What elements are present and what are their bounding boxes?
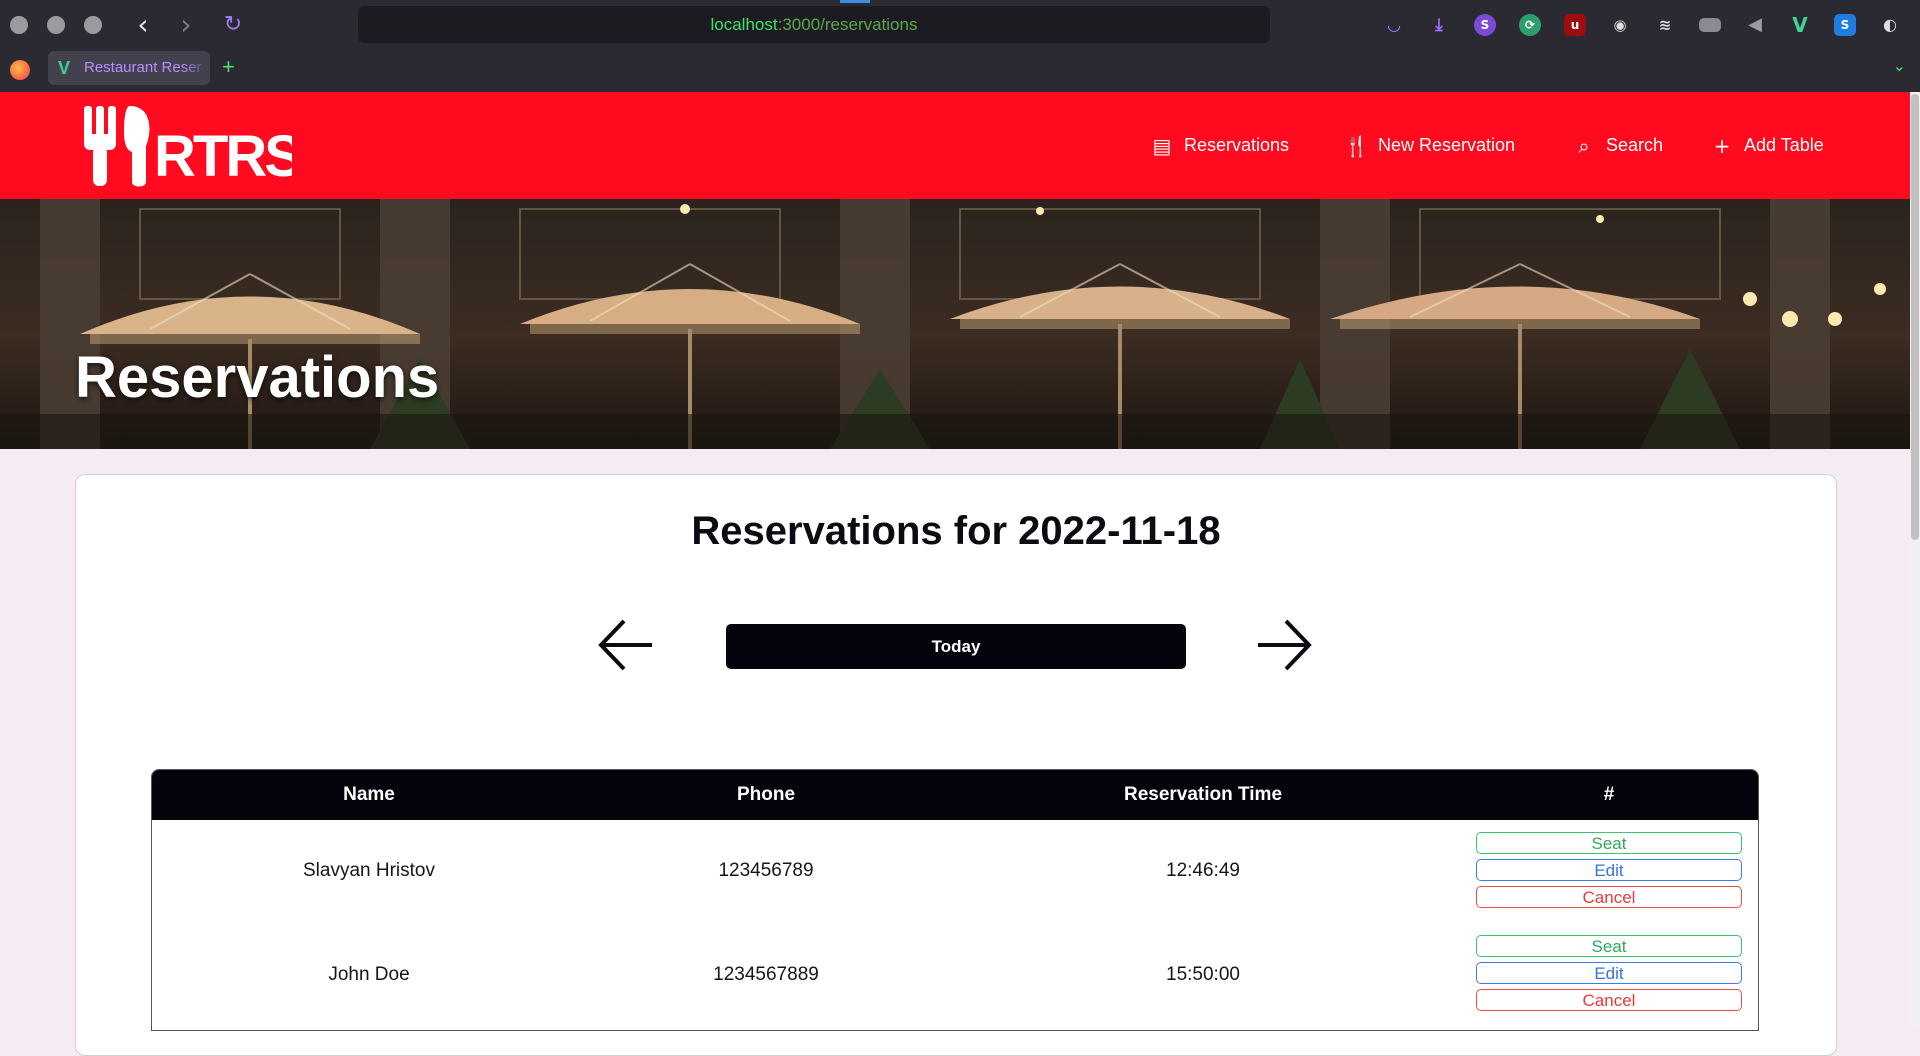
- ublock-icon[interactable]: u: [1564, 14, 1586, 36]
- chevron-down-icon[interactable]: ⌄: [1893, 56, 1906, 76]
- new-tab-button[interactable]: +: [222, 52, 235, 82]
- tab-strip: V Restaurant Reser + ⌄: [0, 50, 1920, 92]
- reservation-time: 12:46:49: [1166, 860, 1240, 881]
- url-bar[interactable]: localhost:3000/reservations: [358, 6, 1270, 43]
- next-day-arrow-icon[interactable]: [1254, 615, 1314, 675]
- reservation-time: 15:50:00: [1166, 964, 1240, 985]
- s-extension-icon[interactable]: S: [1474, 14, 1496, 36]
- screen-icon[interactable]: [1699, 18, 1721, 32]
- reload-icon[interactable]: ↻: [218, 10, 248, 40]
- window-minimize-icon[interactable]: [47, 16, 65, 34]
- reservations-card: Reservations for 2022-11-18 Today Name P…: [75, 474, 1837, 1056]
- list-icon: ▤: [1152, 133, 1172, 158]
- nav-reservations-label: Reservations: [1184, 135, 1290, 155]
- hero-banner: Reservations: [0, 199, 1910, 449]
- page-load-indicator: [840, 0, 870, 3]
- cancel-button[interactable]: Cancel: [1476, 886, 1742, 908]
- sync-icon[interactable]: ⟳: [1519, 14, 1541, 36]
- tab-restaurant[interactable]: V Restaurant Reser: [48, 51, 210, 85]
- reservation-name: Slavyan Hristov: [303, 860, 435, 881]
- column-header-name: Name: [343, 784, 395, 805]
- cancel-button[interactable]: Cancel: [1476, 989, 1742, 1011]
- today-button[interactable]: Today: [726, 624, 1186, 669]
- edit-button[interactable]: Edit: [1476, 962, 1742, 984]
- nav-add-table-label: Add Table: [1744, 135, 1824, 155]
- s-blue-icon[interactable]: S: [1834, 14, 1856, 36]
- scrollbar-thumb[interactable]: [1911, 94, 1919, 540]
- reservations-table: Name Phone Reservation Time # Slavyan Hr…: [151, 769, 1759, 1031]
- page-title: Reservations: [75, 345, 440, 410]
- fork-knife-icon: 🍴: [1344, 133, 1369, 158]
- table-header: Name Phone Reservation Time #: [152, 770, 1758, 820]
- reservation-phone: 1234567889: [713, 964, 819, 985]
- firefox-icon: [10, 60, 30, 80]
- back-icon[interactable]: ‹: [128, 10, 158, 40]
- site-header: RTRS ▤ Reservations 🍴 New Reservation ⌕ …: [0, 92, 1910, 199]
- vue-devtools-icon[interactable]: V: [1789, 14, 1811, 36]
- volume-icon[interactable]: ◀: [1744, 14, 1766, 36]
- nav-new-reservation-label: New Reservation: [1378, 135, 1516, 155]
- url-host: localhost: [710, 15, 778, 34]
- edit-button[interactable]: Edit: [1476, 859, 1742, 881]
- logo-text: RTRS: [154, 124, 292, 189]
- seat-button[interactable]: Seat: [1476, 832, 1742, 854]
- download-icon[interactable]: ⤓: [1428, 14, 1450, 36]
- sloth-icon[interactable]: ≋: [1654, 14, 1676, 36]
- pocket-icon[interactable]: ◡: [1383, 14, 1405, 36]
- fork-logo-icon: [84, 106, 150, 187]
- hero-background-image: [0, 199, 1910, 449]
- reservation-name: John Doe: [328, 964, 410, 985]
- nav-add-table[interactable]: + Add Table: [1710, 92, 1824, 199]
- logo[interactable]: RTRS: [82, 102, 292, 190]
- privacy-icon[interactable]: ◉: [1609, 14, 1631, 36]
- nav-new-reservation[interactable]: 🍴 New Reservation: [1344, 92, 1515, 199]
- vue-favicon-icon: V: [58, 58, 71, 78]
- column-header-actions: #: [1603, 784, 1615, 805]
- window-maximize-icon[interactable]: [84, 16, 102, 34]
- reservations-date-title: Reservations for 2022-11-18: [691, 509, 1221, 553]
- browser-chrome: ‹ › ↻ localhost:3000/reservations ◡ ⤓ S …: [0, 0, 1920, 92]
- forward-icon[interactable]: ›: [171, 10, 201, 40]
- nav-search[interactable]: ⌕ Search: [1572, 92, 1663, 199]
- column-header-time: Reservation Time: [1123, 784, 1283, 805]
- url-path: :3000/reservations: [777, 15, 918, 34]
- column-header-phone: Phone: [736, 784, 796, 805]
- reservation-phone: 123456789: [718, 860, 814, 881]
- plus-icon: +: [1713, 133, 1731, 158]
- nav-search-label: Search: [1606, 135, 1664, 155]
- previous-day-arrow-icon[interactable]: [596, 615, 656, 675]
- seat-button[interactable]: Seat: [1476, 935, 1742, 957]
- window-close-icon[interactable]: [10, 16, 28, 34]
- search-icon: ⌕: [1578, 133, 1590, 158]
- nav-reservations[interactable]: ▤ Reservations: [1150, 92, 1290, 199]
- profile-icon[interactable]: ◐: [1879, 14, 1901, 36]
